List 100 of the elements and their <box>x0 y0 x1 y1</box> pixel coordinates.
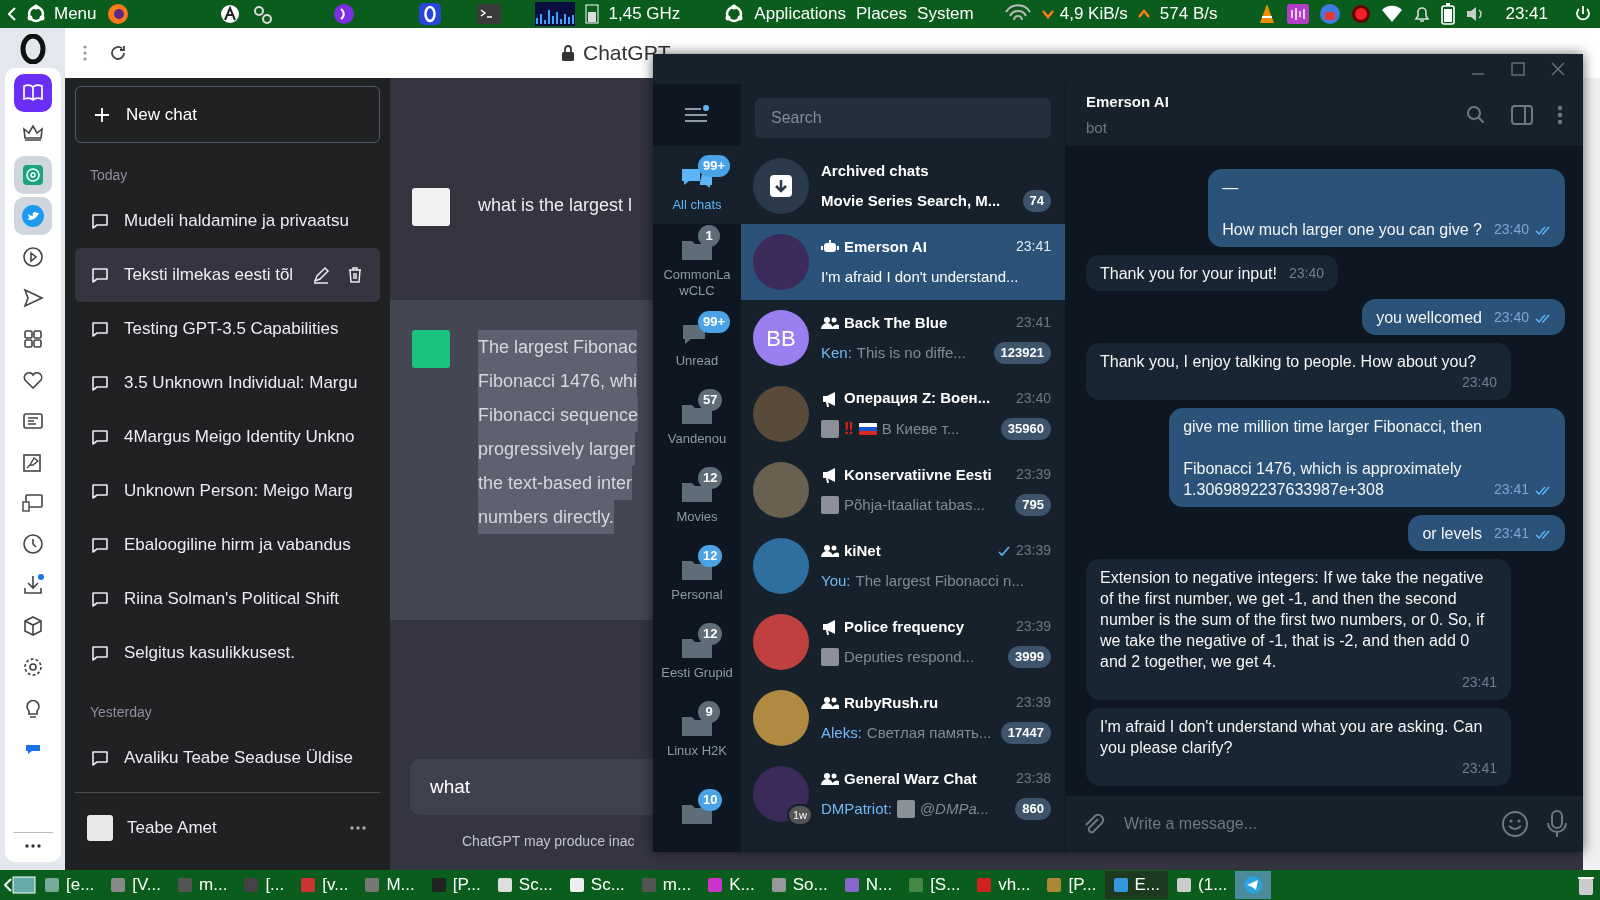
taskbar-item[interactable]: [P... <box>422 871 489 899</box>
chat-history-item[interactable]: 4Margus Meigo Identity Unkno <box>75 410 380 464</box>
window-icon <box>908 877 925 893</box>
opera-logo-icon[interactable] <box>19 34 46 64</box>
menu-icon[interactable] <box>684 105 710 125</box>
folder-tab[interactable]: 12 Eesti Grupid <box>653 614 741 692</box>
chat-history-item[interactable]: Unknown Person: Meigo Marg <box>75 464 380 518</box>
ubuntu-mate-icon <box>26 4 46 24</box>
taskbar-item[interactable]: N... <box>835 871 901 899</box>
desktop-icon[interactable] <box>12 875 36 895</box>
smiley-icon[interactable] <box>1501 810 1529 838</box>
record-icon[interactable] <box>1351 4 1372 24</box>
taskbar-item[interactable]: [S... <box>900 871 969 899</box>
chat-list-item[interactable]: Операция Z: Воен... 23:40 ‼ В Киеве т... 35960 <box>741 376 1065 452</box>
taskbar-item[interactable]: K... <box>699 871 763 899</box>
monitor-icon[interactable] <box>20 491 45 515</box>
close-icon[interactable] <box>1551 62 1565 76</box>
taskbar-item[interactable]: E... <box>1104 871 1169 899</box>
play-icon[interactable] <box>20 245 45 269</box>
clock-icon[interactable] <box>20 532 45 556</box>
taskbar-item[interactable]: Sc... <box>560 871 633 899</box>
window-icon <box>496 877 513 893</box>
taskbar-item[interactable]: [e... <box>36 871 103 899</box>
folder-tab[interactable]: 9 Linux H2K <box>653 692 741 770</box>
battery-icon[interactable] <box>1441 3 1456 25</box>
panel-menu[interactable]: System <box>917 1 974 27</box>
taskbar-item[interactable]: [V... <box>102 871 170 899</box>
chat-history-item[interactable]: Ebaloogiline hirm ja vabandus <box>75 518 380 572</box>
reload-icon[interactable] <box>109 44 127 62</box>
taskbar-item[interactable]: vh... <box>968 871 1039 899</box>
sidebar-icon[interactable] <box>1511 105 1533 125</box>
message-text: — How much larger one you can give ? <box>1222 178 1482 240</box>
chat-history-item[interactable]: Avaliku Teabe Seaduse Üldise <box>75 731 380 785</box>
mate-icon <box>724 4 745 24</box>
taskbar-item[interactable]: [... <box>235 871 293 899</box>
bell-icon[interactable] <box>1413 4 1432 24</box>
launcher-icon[interactable] <box>218 3 241 25</box>
message-input[interactable]: Write a message... <box>1122 811 1485 837</box>
trash-can-icon[interactable] <box>1576 874 1596 896</box>
folder-tab[interactable]: 57 Vandenou <box>653 380 741 458</box>
taskbar-item[interactable]: (1... <box>1168 871 1236 899</box>
chat-history-item[interactable]: Riina Solman's Political Shift <box>75 572 380 626</box>
chat-history-item[interactable]: Selgitus kasulikkusest. <box>75 626 380 680</box>
chat-list-item[interactable]: Emerson AI 23:41 I'm afraid I don't understand... <box>741 224 1065 300</box>
taskbar-item[interactable]: M... <box>356 871 423 899</box>
window-icon <box>707 877 724 893</box>
kebab-icon[interactable] <box>83 45 87 61</box>
search-field[interactable]: Search <box>755 98 1051 138</box>
account-name[interactable]: Teabe Amet <box>127 814 334 841</box>
power-icon[interactable] <box>1574 5 1592 23</box>
search-icon[interactable] <box>1465 104 1487 126</box>
folder-tab[interactable]: 12 Movies <box>653 458 741 536</box>
chat-list-item[interactable]: BB Back The Blue 23:41 Ken: This is no diffe... 123921 <box>741 300 1065 376</box>
sender-name: You: <box>821 571 851 591</box>
signal-icon[interactable] <box>1381 4 1404 24</box>
terminal-icon[interactable] <box>476 4 501 24</box>
panel-menu[interactable]: Applications <box>754 1 847 27</box>
opera-icon[interactable] <box>418 3 441 25</box>
folder-tab[interactable]: 12 Personal <box>653 536 741 614</box>
equalizer-icon[interactable] <box>1287 4 1310 24</box>
panel-menu[interactable]: Places <box>856 1 908 27</box>
bird-icon[interactable] <box>20 204 45 228</box>
microphone-icon[interactable] <box>1545 810 1569 838</box>
chevron-left-icon[interactable] <box>4 878 12 892</box>
chat-history-item[interactable]: 3.5 Unknown Individual: Margu <box>75 356 380 410</box>
chat-history-item[interactable]: Testing GPT-3.5 Capabilities <box>75 302 380 356</box>
firefox-icon[interactable] <box>106 3 129 25</box>
telegram-icon[interactable] <box>1243 875 1264 895</box>
taskbar-item[interactable]: m... <box>169 871 236 899</box>
kebab-icon[interactable] <box>1557 105 1563 125</box>
archived-chats-item[interactable]: Archived chats Movie Series Search, M... 74 <box>741 148 1065 224</box>
message-preview: Светлая память... <box>866 723 993 743</box>
folder-tab[interactable]: 1 CommonLawCLC <box>653 224 741 302</box>
window-icon <box>1046 877 1063 893</box>
message-preview: I'm afraid I don't understand... <box>821 267 1020 287</box>
taskbar-item[interactable]: [v... <box>292 871 357 899</box>
taskbar-item[interactable]: [P... <box>1038 871 1105 899</box>
chat-bubble-icon <box>90 319 110 339</box>
chat-list-item[interactable]: 1w General Warz Chat 23:38 DMPatriot: @DMPa... 860 <box>741 756 1065 832</box>
message-input[interactable]: what <box>410 759 653 815</box>
taskbar-item[interactable]: So... <box>762 871 836 899</box>
folder-tab[interactable]: 99+ Unread <box>653 302 741 380</box>
new-chat-button[interactable]: New chat <box>75 86 380 143</box>
chevron-left-icon[interactable] <box>8 7 16 21</box>
edit-icon[interactable] <box>311 265 331 285</box>
chat-list-item[interactable]: Konservatiivne Eesti 23:39 Põhja-Itaaliat tabas... 795 <box>741 452 1065 528</box>
taskbar-item[interactable]: m... <box>632 871 700 899</box>
chat-list-item[interactable]: Police frequency 23:39 Deputies respond... 3999 <box>741 604 1065 680</box>
chat-history-item[interactable]: Teksti ilmekas eesti tõl <box>75 248 380 302</box>
message-composer[interactable]: Write a message... <box>1066 796 1583 852</box>
chat-list-item[interactable]: kiNet 23:39 You: The largest Fibonacci n... <box>741 528 1065 604</box>
menu-button[interactable]: Menu <box>26 1 97 27</box>
window-icon <box>640 877 657 893</box>
chat-title: Riina Solman's Political Shift <box>124 588 340 611</box>
chat-list-item[interactable]: RubyRush.ru 23:39 Aleks: Светлая память... 17447 <box>741 680 1065 756</box>
chat-history-item[interactable]: Mudeli haldamine ja privaatsu <box>75 194 380 248</box>
podcast-icon[interactable] <box>332 3 355 25</box>
chat-name: Police frequency <box>844 616 966 637</box>
folder-tab[interactable]: 99+ All chats <box>653 146 741 224</box>
taskbar-item[interactable]: Sc... <box>488 871 561 899</box>
